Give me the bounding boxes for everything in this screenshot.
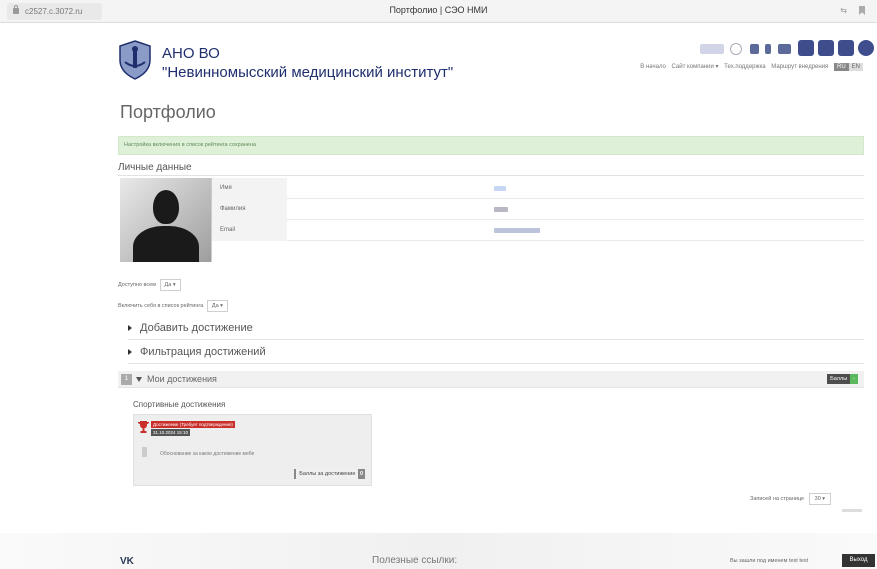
email-label: Email — [212, 220, 287, 241]
triangle-down-icon — [136, 377, 142, 383]
date-badge: 31.10.2024 15:10 — [151, 429, 191, 436]
institute-logo — [119, 40, 151, 80]
top-nav: В начало Сайт компании ▾ Тех.поддержка М… — [636, 63, 863, 71]
page-title: Портфолио — [120, 102, 216, 122]
vk-icon[interactable]: VK — [120, 556, 134, 567]
points-label: Баллы — [827, 374, 851, 384]
avatar-head-shape — [153, 190, 179, 224]
per-page-label: Записей на странице — [750, 496, 805, 502]
available-select[interactable]: Да ▾ — [159, 279, 181, 291]
personal-data-title: Личные данные — [118, 162, 192, 173]
table-row: Фамилия — [212, 199, 864, 220]
category-title: Спортивные достижения — [133, 400, 226, 409]
achievement-count-badge: 1 — [121, 374, 132, 386]
lang-en-button[interactable]: EN — [848, 63, 863, 71]
trophy-icon — [138, 421, 149, 433]
achievement-points-button[interactable]: Баллы за достижение 0 — [294, 469, 365, 479]
nav-route-link[interactable]: Маршрут внедрения — [771, 64, 828, 70]
browser-title: Портфолио | СЭО НМИ — [389, 5, 488, 15]
per-page-control: Записей на странице 30 ▾ — [750, 493, 832, 505]
chevron-right-icon — [128, 349, 132, 356]
filter-achievements-label: Фильтрация достижений — [140, 346, 266, 358]
achievement-card[interactable]: Достижение (Требует подтверждения) 31.10… — [133, 414, 372, 486]
first-name-value-redacted — [494, 186, 506, 191]
points-badge: Баллы - — [827, 374, 858, 384]
my-achievements-header[interactable]: 1 Мои достижения Баллы - — [118, 371, 864, 388]
document-icon — [142, 447, 147, 457]
trophy-menu-icon[interactable] — [798, 40, 814, 56]
last-name-label: Фамилия — [212, 199, 287, 220]
logged-in-label: Вы зашли под именем — [730, 558, 788, 564]
success-alert: Настройка включения в список рейтинга со… — [118, 136, 864, 155]
flag-icon[interactable] — [750, 44, 759, 54]
rating-select[interactable]: Да ▾ — [206, 300, 228, 312]
table-row: Email — [212, 220, 864, 241]
divider — [118, 175, 864, 176]
avatar-body-shape — [133, 226, 199, 262]
filter-achievements-toggle[interactable]: Фильтрация достижений — [128, 346, 864, 364]
grid-icon[interactable] — [818, 40, 834, 56]
rating-label: Включить себя в список рейтинга — [118, 303, 204, 309]
avatar — [120, 178, 212, 262]
logged-in-info: Вы зашли под именем test test — [730, 558, 808, 564]
rating-setting: Включить себя в список рейтинга Да ▾ — [118, 300, 228, 312]
first-name-label: Имя — [212, 178, 287, 199]
accessibility-icon[interactable] — [858, 40, 874, 56]
available-setting: Доступно всем Да ▾ — [118, 279, 181, 291]
nav-company-site-link[interactable]: Сайт компании ▾ — [672, 64, 719, 70]
add-achievement-toggle[interactable]: Добавить достижение — [128, 322, 864, 340]
achievement-description: Обоснование за какое достижение мебе — [160, 451, 255, 457]
available-label: Доступно всем — [118, 282, 156, 288]
top-toolbar — [690, 40, 875, 60]
username-link[interactable]: test test — [789, 558, 808, 564]
org-abbreviation: АНО ВО — [162, 45, 220, 62]
achievement-points-value: 0 — [359, 471, 363, 477]
translate-icon[interactable]: ⇆ — [840, 6, 847, 15]
calendar-icon[interactable] — [838, 40, 854, 56]
last-name-value-redacted — [494, 207, 508, 212]
table-row: Имя — [212, 178, 864, 199]
chevron-right-icon — [128, 325, 132, 332]
points-value: - — [850, 374, 858, 384]
add-achievement-label: Добавить достижение — [140, 322, 253, 334]
email-value-redacted — [494, 228, 540, 233]
personal-info-table: Имя Фамилия Email — [212, 178, 864, 241]
useful-links-title: Полезные ссылки: — [372, 555, 458, 566]
help-circle-icon[interactable] — [730, 43, 742, 55]
nav-home-link[interactable]: В начало — [640, 64, 666, 70]
pagination-note — [842, 509, 862, 512]
logout-button[interactable]: Выход — [842, 554, 875, 567]
user-chip-icon[interactable] — [700, 44, 724, 54]
my-achievements-title: Мои достижения — [147, 374, 217, 384]
lang-ru-button[interactable]: RU — [833, 63, 849, 71]
bell-icon[interactable] — [765, 44, 771, 54]
org-name: "Невинномысский медицинский институт" — [162, 64, 454, 81]
chat-icon[interactable] — [778, 44, 791, 54]
nav-support-link[interactable]: Тех.поддержка — [724, 64, 765, 70]
status-badge: Достижение (Требует подтверждения) — [151, 421, 235, 428]
browser-bar: c2527.c.3072.ru Портфолио | СЭО НМИ ⇆ — [0, 0, 877, 23]
per-page-select[interactable]: 30 ▾ — [808, 493, 832, 505]
achievement-points-label: Баллы за достижение — [296, 469, 359, 479]
